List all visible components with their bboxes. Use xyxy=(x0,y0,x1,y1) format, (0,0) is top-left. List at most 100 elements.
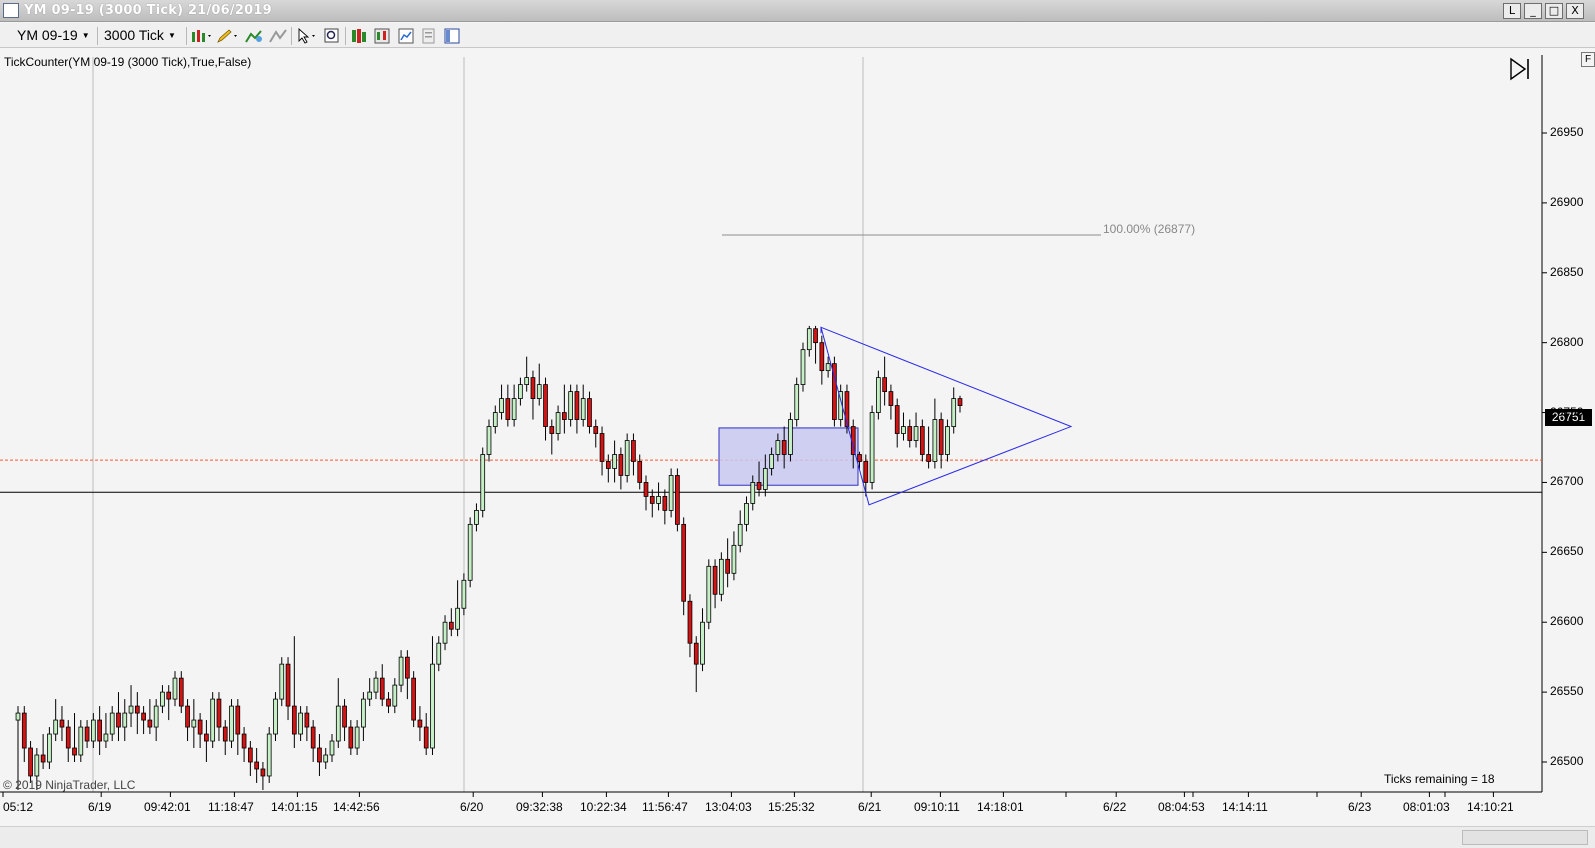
instrument-selector[interactable]: YM 09-19 ▼ xyxy=(12,26,98,45)
candlestick xyxy=(499,384,504,420)
down-candle-body xyxy=(40,754,46,763)
strategy-icon[interactable] xyxy=(268,28,288,44)
down-candle-body xyxy=(417,719,423,728)
up-candle-body xyxy=(461,579,467,609)
candlestick xyxy=(379,664,385,707)
time-axis-label: 13:04:03 xyxy=(705,800,752,814)
candlestick xyxy=(423,713,429,756)
scrollbar-thumb[interactable] xyxy=(1462,830,1588,845)
candlestick xyxy=(593,419,599,448)
candlestick xyxy=(461,573,467,616)
time-axis-label: 6/23 xyxy=(1348,800,1372,814)
candlestick xyxy=(800,342,806,392)
candlestick xyxy=(511,384,517,427)
down-candle-body xyxy=(675,475,680,525)
candlestick xyxy=(386,692,391,714)
cursor-icon[interactable] xyxy=(296,28,320,44)
bar-type-icon[interactable] xyxy=(190,28,214,44)
up-candle-body xyxy=(806,328,812,351)
maximize-button[interactable]: □ xyxy=(1545,3,1563,19)
candlestick xyxy=(744,496,749,532)
candlestick xyxy=(712,559,718,609)
drawing-pencil-icon[interactable] xyxy=(216,28,240,44)
candlestick xyxy=(342,699,347,742)
up-candle-body xyxy=(901,426,906,434)
up-candle-body xyxy=(392,684,398,707)
candlestick xyxy=(863,454,869,497)
candlestick xyxy=(53,699,59,742)
up-candle-body xyxy=(932,419,938,462)
candlestick xyxy=(524,356,530,392)
up-candle-body xyxy=(800,349,806,385)
down-candle-body xyxy=(813,328,818,344)
up-candle-body xyxy=(499,398,504,413)
up-candle-body xyxy=(229,705,234,742)
up-candle-body xyxy=(323,754,329,763)
candlestick xyxy=(675,468,680,532)
template-icon[interactable] xyxy=(421,28,437,44)
down-candle-body xyxy=(304,712,310,728)
down-candle-body xyxy=(599,433,605,462)
time-axis-label: 14:14:11 xyxy=(1222,800,1268,814)
candlestick xyxy=(794,377,800,427)
minimize-button[interactable]: _ xyxy=(1524,3,1542,19)
properties-tab-button[interactable]: F xyxy=(1581,52,1595,67)
up-candle-body xyxy=(624,440,630,476)
candlestick xyxy=(178,671,184,714)
candlestick xyxy=(348,720,354,756)
down-candle-body xyxy=(957,398,963,406)
up-candle-body xyxy=(430,663,435,749)
panel-icon[interactable] xyxy=(444,28,460,44)
candlestick xyxy=(72,713,77,762)
data-box-icon[interactable] xyxy=(351,28,367,44)
candlestick xyxy=(649,489,655,518)
candlestick xyxy=(474,503,479,532)
scroll-to-end-icon[interactable] xyxy=(1509,57,1531,81)
close-button[interactable]: X xyxy=(1566,3,1584,19)
horizontal-scrollbar[interactable] xyxy=(0,826,1595,848)
toolbar-separator xyxy=(291,27,292,45)
candlestick xyxy=(737,510,743,553)
chart-properties-icon[interactable] xyxy=(398,28,414,44)
link-button[interactable]: L xyxy=(1503,3,1521,19)
candlestick xyxy=(656,482,661,511)
chart-grid xyxy=(0,55,1543,793)
interval-selector[interactable]: 3000 Tick ▼ xyxy=(99,26,185,45)
up-candle-body xyxy=(279,663,285,700)
candlestick xyxy=(945,419,950,462)
time-axis-label: 14:01:15 xyxy=(271,800,318,814)
price-chart-panel[interactable] xyxy=(0,49,1595,826)
candlestick xyxy=(719,552,724,602)
candlestick xyxy=(248,741,253,776)
down-candle-body xyxy=(844,391,850,427)
up-candle-body xyxy=(109,712,115,735)
candlestick xyxy=(229,699,234,749)
down-candle-body xyxy=(857,454,862,462)
candlestick xyxy=(706,559,712,630)
candlestick xyxy=(40,734,46,769)
up-candle-body xyxy=(511,398,517,420)
up-candle-body xyxy=(524,377,530,386)
title-bar[interactable]: YM 09-19 (3000 Tick) 21/06/2019 L _ □ X xyxy=(0,0,1595,22)
zoom-icon[interactable] xyxy=(324,28,340,44)
candlestick xyxy=(876,370,881,420)
up-candle-body xyxy=(869,412,875,483)
up-candle-body xyxy=(436,642,442,665)
price-axis-label: 26900 xyxy=(1550,194,1584,209)
down-candle-body xyxy=(411,677,416,721)
down-candle-body xyxy=(919,426,925,455)
up-candle-body xyxy=(128,705,134,714)
up-candle-body xyxy=(580,398,586,420)
down-candle-body xyxy=(687,600,693,644)
candlestick xyxy=(160,685,165,714)
candlestick xyxy=(122,699,128,742)
candlestick xyxy=(605,454,611,483)
down-candle-body xyxy=(116,712,121,728)
chart-trader-icon[interactable] xyxy=(374,28,390,44)
candlestick xyxy=(197,713,203,749)
candlestick xyxy=(844,384,850,434)
up-candle-body xyxy=(945,426,950,455)
up-candle-body xyxy=(335,705,341,742)
add-indicator-icon[interactable] xyxy=(244,28,264,44)
candlestick xyxy=(47,727,52,769)
